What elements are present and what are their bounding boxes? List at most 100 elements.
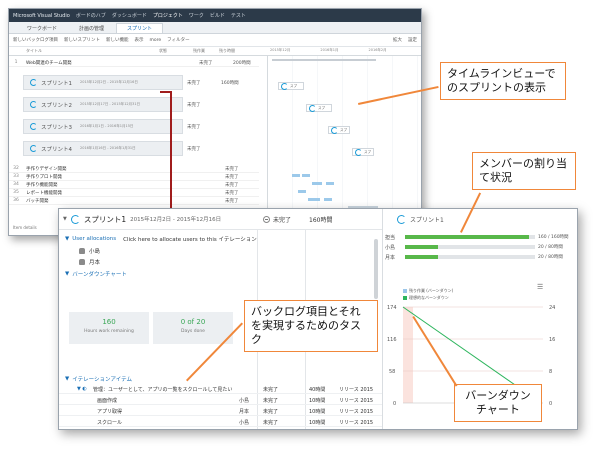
timeline-item[interactable] — [308, 198, 320, 201]
timeline-sprint-3[interactable]: スプ — [328, 126, 350, 134]
sprint-dates: 2015年12月2日 - 2015年12月16日 — [130, 217, 222, 223]
table-row[interactable]: 35 レポート機能開発 未完了 — [9, 189, 259, 197]
sprint-4-status: 未完了 — [187, 147, 201, 152]
app-title: Microsoft Visual Studio — [13, 12, 70, 19]
table-row[interactable]: 32 手作りデザイン開発 未完了 — [9, 165, 259, 173]
timeline-item[interactable] — [298, 190, 306, 193]
title-bar: Microsoft Visual Studio ボードのハブ ダッシュボード プ… — [9, 9, 421, 22]
item-details-link[interactable]: Item details — [13, 225, 37, 230]
sprint-card-2[interactable]: スプリント2 2015年12月17日 - 2015年12月31日 — [23, 97, 183, 112]
table-row[interactable]: 34 手作り機能開発 未完了 — [9, 181, 259, 189]
y2-tick: 16 — [549, 337, 555, 343]
sprint-card-3[interactable]: スプリント3 2016年1月1日 - 2016年1月15日 — [23, 119, 183, 134]
y2-tick: 24 — [549, 305, 555, 311]
sprint-icon — [30, 79, 37, 86]
person-icon — [79, 248, 85, 254]
days-done-tile: 0 of 20 Days done — [153, 312, 233, 344]
status-icon — [263, 215, 270, 223]
table-row[interactable]: 33 手作りプロト開発 未完了 — [9, 173, 259, 181]
timeline-item[interactable] — [326, 182, 334, 185]
title-tab-5[interactable]: ビルド — [210, 12, 225, 19]
view-button[interactable]: 表示 — [135, 37, 144, 43]
col-title: タイトル — [26, 48, 42, 53]
toolbar: 新しいバックログ項目 新しいスプリント 新しい機能 表示 more フィルター … — [9, 34, 421, 47]
hours-remaining-tile: 160 Hours work remaining — [69, 312, 149, 344]
col-time: 残り時間 — [219, 48, 235, 53]
member-row[interactable]: 月本 — [79, 258, 100, 266]
sprint-status: 未完了 — [263, 215, 291, 224]
sprint-icon — [70, 214, 80, 224]
view-tabs: ワークボード 計画の管理 スプリント — [9, 22, 421, 34]
table-row[interactable]: 画面作成 小島 未完了 10時間 リリース 2015 — [59, 395, 382, 405]
table-row[interactable]: アプリ取得 月本 未完了 10時間 リリース 2015 — [59, 406, 382, 416]
sprint-card-4[interactable]: スプリント4 2016年1月16日 - 2016年1月31日 — [23, 141, 183, 156]
person-icon — [79, 259, 85, 265]
timeline-item[interactable] — [292, 174, 300, 177]
scrollbar[interactable] — [374, 239, 378, 299]
sprint-card-1[interactable]: スプリント1 2015年12月2日 - 2015年12月16日 — [23, 75, 183, 90]
sprint-1-status: 未完了 160時間 — [187, 81, 239, 86]
timeline-release-bar — [272, 59, 376, 61]
sprint-icon — [331, 126, 338, 134]
y2-tick: 0 — [549, 401, 552, 407]
filter-button[interactable]: フィルター — [167, 37, 189, 43]
member-capacity-row: 小島 20 / 80時間 — [385, 245, 563, 251]
title-tab-3[interactable]: プロジェクト — [153, 12, 183, 19]
iteration-items-section[interactable]: ▼ イテレーションアイテム — [65, 375, 132, 383]
member-capacity-row: 担当 160 / 160時間 — [385, 235, 569, 241]
timeline-item[interactable] — [302, 174, 310, 177]
y-tick: 116 — [387, 337, 397, 343]
title-tab-6[interactable]: テスト — [231, 12, 246, 19]
burndown-section[interactable]: ▼ バーンダウンチャート — [65, 270, 127, 278]
add-feature-button[interactable]: 新しい機能 — [106, 37, 129, 43]
collapse-icon[interactable]: ▼ — [63, 216, 67, 222]
sprint-icon — [355, 148, 362, 156]
remaining-work-bar — [403, 307, 413, 403]
title-tab-4[interactable]: ワーク — [189, 12, 204, 19]
callout-members: メンバーの割り当て状況 — [472, 152, 576, 190]
capacity-bar — [405, 235, 535, 239]
connector-line — [170, 91, 172, 213]
settings-button[interactable]: 設定 — [408, 37, 417, 43]
table-row[interactable]: 36 バッチ開発 未完了 — [9, 197, 259, 205]
sprint-name: スプリント1 — [83, 214, 127, 224]
more-button[interactable]: more — [150, 38, 162, 43]
connector-line-top — [160, 91, 172, 93]
title-tab-2[interactable]: ダッシュボード — [112, 12, 147, 19]
capacity-bar — [405, 255, 535, 259]
sprint-hours: 160時間 — [309, 216, 333, 224]
timeline-item[interactable] — [312, 182, 322, 185]
member-row[interactable]: 小島 — [79, 247, 100, 255]
timeline-item[interactable] — [324, 198, 332, 201]
y-tick: 174 — [387, 305, 397, 311]
tab-plan[interactable]: 計画の管理 — [69, 24, 114, 33]
sprint-3-status: 未完了 — [187, 125, 201, 130]
sprint-icon — [30, 145, 37, 152]
col-remaining: 残作業 — [193, 48, 205, 53]
table-row[interactable]: ▼ ◐ 管理：ユーザーとして、アプリの一覧をスクロールして見たい 未完了 40時… — [59, 384, 382, 394]
user-allocations-section[interactable]: ▼ User allocations Click here to allocat… — [65, 235, 257, 243]
add-backlog-button[interactable]: 新しいバックログ項目 — [13, 37, 58, 43]
sprint-icon — [30, 101, 37, 108]
table-row[interactable]: スクロール 小島 未完了 10時間 リリース 2015 — [59, 417, 382, 427]
sprint-2-status: 未完了 — [187, 103, 201, 108]
callout-timeline: タイムラインビューでのスプリントの表示 — [440, 62, 566, 100]
callout-burndown: バーンダウンチャート — [454, 384, 542, 422]
tab-workboard[interactable]: ワークボード — [17, 24, 67, 33]
title-tab-1[interactable]: ボードのハブ — [76, 12, 106, 19]
timeline-window: Microsoft Visual Studio ボードのハブ ダッシュボード プ… — [8, 8, 422, 236]
allocate-users-link[interactable]: Click here to allocate users to this イテレ… — [123, 235, 257, 243]
table-row[interactable]: 1 Web関連のチーム開発 未完了 200時間 — [9, 59, 259, 67]
member-capacity-row: 月本 20 / 80時間 — [385, 255, 563, 261]
tab-sprint[interactable]: スプリント — [116, 23, 164, 33]
timeline-sprint-4[interactable]: スプ — [352, 148, 374, 156]
sprint-icon — [281, 82, 288, 90]
zoom-button[interactable]: 拡大 — [393, 37, 402, 43]
sprint-header[interactable]: ▼ スプリント1 2015年12月2日 - 2015年12月16日 未完了 16… — [59, 209, 382, 230]
timeline-sprint-2[interactable]: スプ — [306, 104, 332, 112]
timeline-sprint-1[interactable]: スプ — [278, 82, 304, 90]
capacity-bar — [405, 245, 535, 249]
timeline-months: 2015年12月 2016年1月 2016年2月 — [270, 48, 387, 52]
add-sprint-button[interactable]: 新しいスプリント — [64, 37, 100, 43]
capacity-fill — [405, 235, 529, 239]
